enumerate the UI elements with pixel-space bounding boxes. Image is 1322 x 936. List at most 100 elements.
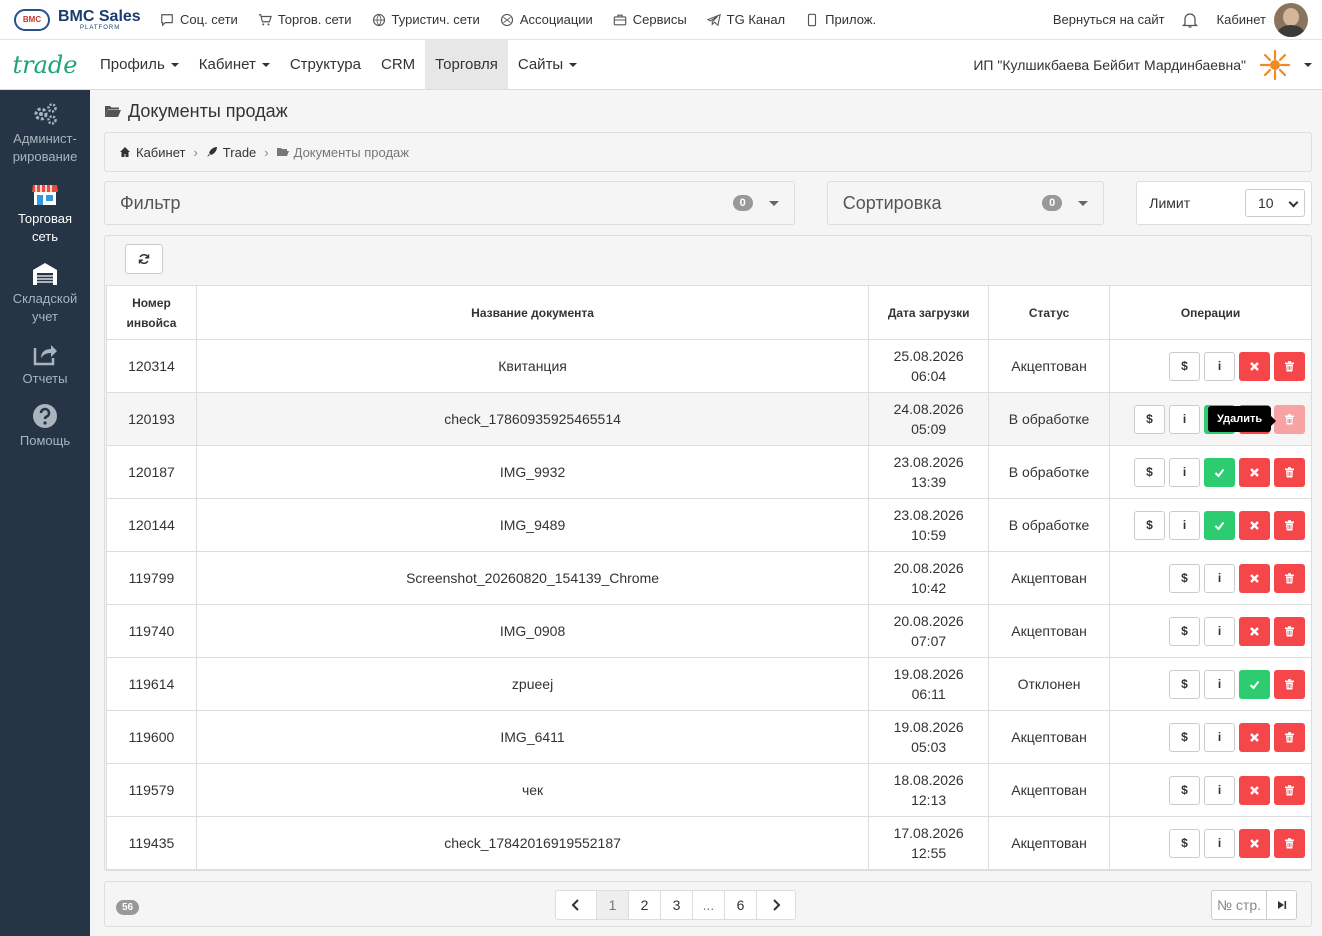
- back-to-site-link[interactable]: Вернуться на сайт: [1053, 12, 1165, 27]
- col-document-name[interactable]: Название документа: [195, 285, 870, 340]
- info-button[interactable]: i: [1204, 351, 1235, 381]
- accept-button[interactable]: [1204, 457, 1235, 487]
- document-name[interactable]: check_17860935925465514: [195, 392, 870, 446]
- reject-button[interactable]: [1239, 828, 1270, 858]
- goto-page-button[interactable]: [1267, 890, 1297, 920]
- sidebar-item-help[interactable]: Помощь: [0, 388, 90, 450]
- nav-structure[interactable]: Структура: [280, 40, 371, 89]
- prev-page-button[interactable]: [555, 890, 597, 920]
- filter-panel-toggle[interactable]: Фильтр 0: [104, 181, 795, 225]
- toplink-tourism[interactable]: Туристич. сети: [372, 12, 480, 27]
- delete-button[interactable]: [1274, 669, 1305, 699]
- document-name[interactable]: Квитанция: [195, 339, 870, 393]
- payment-button[interactable]: $: [1169, 563, 1200, 593]
- reject-button[interactable]: [1239, 457, 1270, 487]
- payment-button[interactable]: $: [1169, 616, 1200, 646]
- table-row: 119435 check_17842016919552187 17.08.2026 1…: [106, 816, 1312, 870]
- info-button[interactable]: i: [1204, 669, 1235, 699]
- delete-button[interactable]: [1274, 457, 1305, 487]
- info-button[interactable]: i: [1169, 457, 1200, 487]
- delete-button[interactable]: [1274, 351, 1305, 381]
- col-invoice-number[interactable]: Номер инвойса: [106, 285, 197, 340]
- payment-button[interactable]: $: [1134, 457, 1165, 487]
- trade-logo[interactable]: trade: [0, 40, 90, 89]
- page-3[interactable]: 3: [660, 890, 693, 920]
- folder-open-icon: [105, 106, 121, 117]
- document-name[interactable]: чек: [195, 763, 870, 817]
- nav-cabinet[interactable]: Кабинет: [189, 40, 280, 89]
- delete-button[interactable]: [1274, 828, 1305, 858]
- payment-button[interactable]: $: [1134, 404, 1165, 434]
- refresh-button[interactable]: [125, 244, 163, 274]
- document-status: В обработке: [988, 392, 1111, 446]
- delete-button[interactable]: [1274, 563, 1305, 593]
- delete-button[interactable]: [1274, 404, 1305, 434]
- accept-button[interactable]: [1239, 669, 1270, 699]
- sidebar-item-trade-network[interactable]: Торговая сеть: [0, 166, 90, 246]
- delete-button[interactable]: [1274, 722, 1305, 752]
- page-1[interactable]: 1: [596, 890, 629, 920]
- accept-button[interactable]: [1204, 510, 1235, 540]
- info-button[interactable]: i: [1204, 775, 1235, 805]
- document-name[interactable]: IMG_9932: [195, 445, 870, 499]
- payment-button[interactable]: $: [1134, 510, 1165, 540]
- reject-button[interactable]: [1239, 616, 1270, 646]
- payment-button[interactable]: $: [1169, 722, 1200, 752]
- toplink-apps[interactable]: Прилож.: [805, 12, 876, 27]
- nav-sites[interactable]: Сайты: [508, 40, 587, 89]
- delete-button[interactable]: [1274, 510, 1305, 540]
- toplink-telegram[interactable]: TG Канал: [706, 12, 785, 27]
- sort-panel-toggle[interactable]: Сортировка 0: [826, 181, 1105, 225]
- next-page-button[interactable]: [756, 890, 796, 920]
- info-button[interactable]: i: [1204, 563, 1235, 593]
- nav-crm[interactable]: CRM: [371, 40, 425, 89]
- document-name[interactable]: IMG_9489: [195, 498, 870, 552]
- page-2[interactable]: 2: [628, 890, 661, 920]
- sidebar-item-reports[interactable]: Отчеты: [0, 326, 90, 388]
- document-name[interactable]: IMG_6411: [195, 710, 870, 764]
- reject-button[interactable]: [1239, 351, 1270, 381]
- breadcrumb-trade[interactable]: Trade: [223, 145, 256, 160]
- info-button[interactable]: i: [1169, 404, 1200, 434]
- reject-button[interactable]: [1239, 775, 1270, 805]
- document-status: В обработке: [988, 445, 1111, 499]
- document-name[interactable]: IMG_0908: [195, 604, 870, 658]
- payment-button[interactable]: $: [1169, 775, 1200, 805]
- info-button[interactable]: i: [1204, 722, 1235, 752]
- brand[interactable]: BMC BMC Sales PLATFORM: [0, 8, 160, 31]
- payment-button[interactable]: $: [1169, 351, 1200, 381]
- row-operations: $ i: [1109, 498, 1312, 552]
- document-name[interactable]: Screenshot_20260820_154139_Chrome: [195, 551, 870, 605]
- col-status[interactable]: Статус: [988, 285, 1111, 340]
- org-switcher[interactable]: ИП "Кулшикбаева Бейбит Мардинбаевна": [973, 40, 1322, 89]
- col-upload-date[interactable]: Дата загрузки: [868, 285, 990, 340]
- document-name[interactable]: check_17842016919552187: [195, 816, 870, 870]
- bell-icon[interactable]: [1181, 11, 1199, 29]
- sidebar-item-warehouse[interactable]: Складской учет: [0, 246, 90, 326]
- reject-button[interactable]: [1239, 510, 1270, 540]
- page-6[interactable]: 6: [724, 890, 757, 920]
- pager-bar: 56 1 2 3 ... 6 № стр.: [104, 881, 1312, 927]
- goto-page-input[interactable]: № стр.: [1211, 890, 1267, 920]
- toplink-services[interactable]: Сервисы: [613, 12, 687, 27]
- breadcrumb-cabinet[interactable]: Кабинет: [136, 145, 185, 160]
- reject-button[interactable]: [1239, 563, 1270, 593]
- toplink-social[interactable]: Соц. сети: [160, 12, 238, 27]
- toplink-trade[interactable]: Торгов. сети: [258, 12, 352, 27]
- cabinet-link[interactable]: Кабинет: [1217, 12, 1266, 27]
- avatar[interactable]: [1274, 2, 1308, 37]
- info-button[interactable]: i: [1204, 828, 1235, 858]
- payment-button[interactable]: $: [1169, 828, 1200, 858]
- info-button[interactable]: i: [1204, 616, 1235, 646]
- info-button[interactable]: i: [1169, 510, 1200, 540]
- document-name[interactable]: zpueej: [195, 657, 870, 711]
- payment-button[interactable]: $: [1169, 669, 1200, 699]
- reject-button[interactable]: [1239, 722, 1270, 752]
- nav-profile[interactable]: Профиль: [90, 40, 189, 89]
- delete-button[interactable]: [1274, 775, 1305, 805]
- delete-button[interactable]: [1274, 616, 1305, 646]
- toplink-associations[interactable]: Ассоциации: [500, 12, 593, 27]
- limit-select[interactable]: 10: [1244, 189, 1305, 217]
- nav-trade[interactable]: Торговля: [425, 40, 508, 89]
- sidebar-item-admin[interactable]: Админист- рирование: [0, 90, 90, 166]
